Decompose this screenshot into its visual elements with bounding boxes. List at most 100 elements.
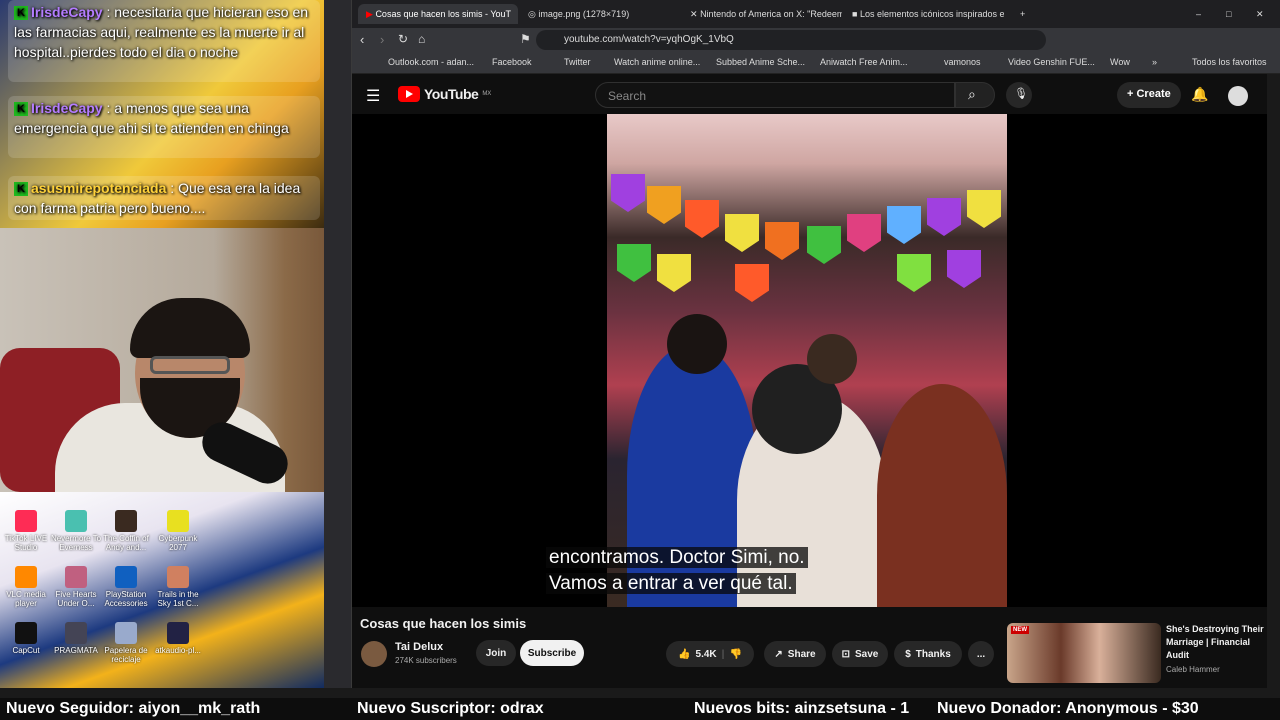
game-icon: [65, 566, 87, 588]
taskbar-strip: [0, 688, 1280, 698]
like-count[interactable]: 5.4K: [696, 649, 717, 660]
join-button[interactable]: Join: [476, 640, 516, 666]
playstation-icon: [115, 566, 137, 588]
bookmarks-bar: Outlook.com - adan... Facebook Twitter W…: [352, 52, 1280, 74]
tab-twitter[interactable]: ✕ Nintendo of America on X: "Redeem: [682, 4, 842, 24]
search-button[interactable]: ⌕: [955, 82, 995, 108]
thanks-button[interactable]: $ Thanks: [894, 641, 962, 667]
chat-username: IrisdeCapy: [31, 100, 103, 116]
tab-article[interactable]: ■ Los elementos icónicos inspirados en: [844, 4, 1004, 24]
kick-badge-icon: K: [14, 102, 28, 117]
menu-icon[interactable]: ☰: [366, 86, 380, 106]
desktop-icon[interactable]: PlayStation Accessories: [100, 566, 152, 608]
subscribe-button[interactable]: Subscribe: [520, 640, 584, 666]
desktop-icon[interactable]: Trails in the Sky 1st C...: [152, 566, 204, 608]
youtube-play-icon: [398, 86, 420, 102]
chat-message: K IrisdeCapy : necesitaria que hicieran e…: [8, 0, 320, 82]
capcut-icon: [15, 622, 37, 644]
reload-icon[interactable]: ↻: [398, 32, 408, 46]
desktop-icon[interactable]: Five Hearts Under O...: [50, 566, 102, 608]
thumbs-down-icon[interactable]: 👎: [729, 649, 741, 660]
vlc-icon: [15, 566, 37, 588]
thanks-icon: $: [905, 648, 911, 660]
new-bits-alert: Nuevos bits: ainzsetsuna - 1: [694, 700, 910, 717]
new-badge: NEW: [1011, 626, 1029, 634]
desktop-icon[interactable]: TikTok LIVE Studio: [0, 510, 52, 552]
bookmark-folder-genshin[interactable]: Video Genshin FUE...: [1008, 57, 1095, 67]
voice-search-button[interactable]: 🎙: [1006, 82, 1032, 108]
tab-image[interactable]: ◎ image.png (1278×719): [520, 4, 680, 24]
channel-name[interactable]: Tai Delux: [395, 641, 443, 653]
url-bar[interactable]: youtube.com/watch?v=yqhOgK_1VbQ: [536, 30, 1046, 50]
desktop-background: TikTok LIVE Studio Nevermore To Everness…: [0, 492, 325, 688]
bookmark-anime[interactable]: Watch anime online...: [614, 57, 700, 67]
chat-username: IrisdeCapy: [31, 4, 103, 20]
bookmark-icon[interactable]: ⚑: [520, 32, 531, 46]
sidebar-panel[interactable]: [324, 0, 352, 688]
bookmark-aniwatch[interactable]: Aniwatch Free Anim...: [820, 57, 908, 67]
tab-bar: ▶ Cosas que hacen los simis - YouT ◎ ima…: [352, 0, 1280, 28]
recycle-bin-icon: [115, 622, 137, 644]
new-tab-button[interactable]: +: [1012, 4, 1032, 24]
recommended-thumbnail[interactable]: NEW: [1007, 623, 1161, 683]
bookmark-facebook[interactable]: Facebook: [492, 57, 532, 67]
cyberpunk-icon: [167, 510, 189, 532]
close-window-icon[interactable]: ✕: [1248, 4, 1268, 24]
recommended-channel[interactable]: Caleb Hammer: [1166, 665, 1220, 674]
desktop-icon[interactable]: The Coffin of Andy and...: [100, 510, 152, 552]
maximize-icon[interactable]: □: [1218, 4, 1238, 24]
desktop-icon[interactable]: atkaudio-pl...: [152, 622, 204, 655]
kick-badge-icon: K: [14, 6, 28, 21]
minimize-icon[interactable]: –: [1188, 4, 1208, 24]
desktop-icon[interactable]: Cyberpunk 2077: [152, 510, 204, 552]
home-icon[interactable]: ⌂: [418, 32, 425, 46]
youtube-logo[interactable]: YouTube MX: [398, 86, 491, 102]
bookmark-folder-wow[interactable]: Wow: [1110, 57, 1130, 67]
desktop-icon[interactable]: PRAGMATA: [50, 622, 102, 655]
channel-avatar[interactable]: [361, 641, 387, 667]
more-bookmarks[interactable]: »: [1152, 57, 1157, 67]
back-icon[interactable]: ‹: [360, 32, 364, 47]
desktop-icon[interactable]: CapCut: [0, 622, 52, 655]
video-title: Cosas que hacen los simis: [360, 616, 527, 631]
bookmark-outlook[interactable]: Outlook.com - adan...: [388, 57, 474, 67]
game-icon: [65, 622, 87, 644]
forward-icon[interactable]: ›: [380, 32, 384, 47]
bookmark-twitter[interactable]: Twitter: [564, 57, 591, 67]
create-button[interactable]: + Create: [1117, 82, 1181, 108]
chat-username: asusmirepotenciada: [31, 180, 167, 196]
youtube-favicon-icon: ▶: [366, 9, 373, 19]
save-icon: ⊡: [841, 648, 851, 660]
desktop-icon[interactable]: VLC media player: [0, 566, 52, 608]
more-actions-button[interactable]: ...: [968, 641, 994, 667]
game-icon: [167, 566, 189, 588]
share-icon: ↗: [774, 648, 783, 660]
bookmark-folder-vamonos[interactable]: vamonos: [944, 57, 981, 67]
new-donor-alert: Nuevo Donador: Anonymous - $30: [937, 700, 1199, 717]
stream-chat-overlay: K IrisdeCapy : necesitaria que hicieran e…: [0, 0, 325, 228]
subscriber-count: 274K subscribers: [395, 656, 457, 665]
notifications-icon[interactable]: 🔔: [1191, 86, 1208, 103]
video-frame[interactable]: [607, 114, 1007, 607]
game-icon: [65, 510, 87, 532]
tab-youtube[interactable]: ▶ Cosas que hacen los simis - YouT: [358, 4, 518, 24]
chat-message: Kasusmirepotenciada : Que esa era la ide…: [8, 176, 320, 220]
share-button[interactable]: ↗ Share: [764, 641, 826, 667]
save-button[interactable]: ⊡ Save: [832, 641, 888, 667]
desktop-icon[interactable]: Nevermore To Everness: [50, 510, 102, 552]
bookmark-subbed[interactable]: Subbed Anime Sche...: [716, 57, 805, 67]
desktop-icon[interactable]: Papelera de reciclaje: [100, 622, 152, 664]
microphone-icon: 🎙: [1014, 88, 1028, 100]
avatar[interactable]: [1228, 86, 1248, 106]
x-logo-icon: ✕: [690, 9, 698, 19]
new-subscriber-alert: Nuevo Suscriptor: odrax: [357, 700, 544, 717]
audio-plugin-icon: [167, 622, 189, 644]
scrollbar[interactable]: [1267, 74, 1280, 688]
bookmark-all-favorites[interactable]: Todos los favoritos: [1192, 57, 1267, 67]
thumbs-up-icon[interactable]: 👍: [678, 649, 690, 660]
recommended-title[interactable]: She's Destroying Their Marriage | Financ…: [1166, 623, 1266, 662]
search-icon: ⌕: [968, 86, 976, 102]
video-captions: encontramos. Doctor Simi, no. Vamos a en…: [546, 545, 852, 597]
glasses: [150, 356, 230, 374]
search-input[interactable]: Search: [595, 82, 955, 108]
